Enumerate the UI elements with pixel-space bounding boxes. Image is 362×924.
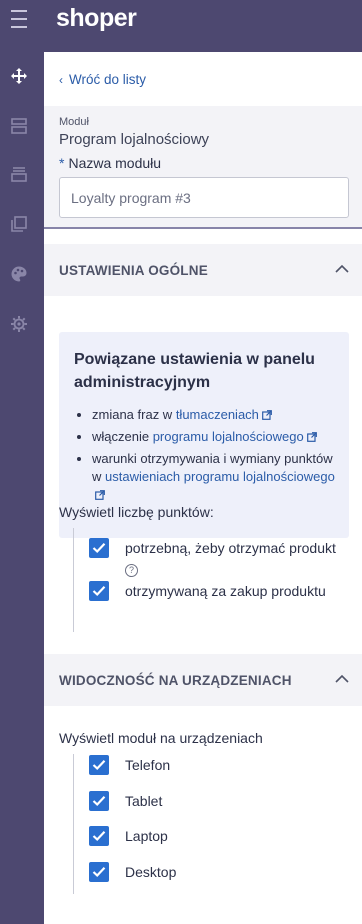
- points-label: Wyświetl liczbę punktów:: [59, 504, 214, 520]
- external-link-icon[interactable]: [306, 432, 317, 442]
- translations-link[interactable]: tłumaczeniach: [176, 407, 259, 422]
- external-link-icon[interactable]: [95, 490, 105, 500]
- required-mark: *: [59, 155, 65, 171]
- checkbox-points-earned[interactable]: otrzymywaną za zakup produktu: [89, 581, 349, 601]
- gear-icon[interactable]: [10, 315, 28, 333]
- device-visibility-header[interactable]: WIDOCZNOŚĆ NA URZĄDZENIACH: [44, 654, 362, 706]
- loyalty-program-link[interactable]: programu lojalnościowego: [153, 429, 304, 444]
- checkbox-label: Tablet: [125, 793, 163, 809]
- stack-icon[interactable]: [10, 165, 28, 183]
- module-name-field-label: * Nazwa modułu: [59, 155, 161, 171]
- checkbox[interactable]: [89, 862, 109, 882]
- general-settings-header[interactable]: USTAWIENIA OGÓLNE: [44, 244, 362, 296]
- field-label-text: Nazwa modułu: [68, 155, 162, 171]
- back-to-list-link[interactable]: ‹ Wróć do listy: [59, 72, 146, 87]
- checkbox-label: potrzebną, żeby otrzymać produkt: [125, 540, 336, 556]
- module-header: Moduł Program lojalnościowy * Nazwa moduł…: [44, 106, 362, 229]
- chevron-up-icon[interactable]: [335, 262, 349, 276]
- back-label: Wróć do listy: [69, 72, 147, 87]
- checkbox[interactable]: [89, 538, 109, 558]
- checkbox[interactable]: [89, 581, 109, 601]
- divider: [73, 528, 74, 632]
- devices-label: Wyświetl moduł na urządzeniach: [59, 730, 263, 746]
- module-name: Program lojalnościowy: [59, 131, 210, 148]
- info-list: zmiana fraz w tłumaczeniach włączenie pr…: [92, 406, 337, 508]
- checkbox-tablet[interactable]: Tablet: [89, 791, 162, 811]
- checkbox-points-needed[interactable]: potrzebną, żeby otrzymać produkt ?: [89, 538, 349, 578]
- checkbox-desktop[interactable]: Desktop: [89, 862, 176, 882]
- checkbox-label: Laptop: [125, 828, 168, 844]
- section-title: WIDOCZNOŚĆ NA URZĄDZENIACH: [59, 673, 292, 688]
- external-link-icon[interactable]: [262, 410, 272, 420]
- module-caption: Moduł: [59, 116, 89, 128]
- chevron-up-icon[interactable]: [335, 672, 349, 686]
- list-item: warunki otrzymywania i wymiany punktów w…: [92, 450, 337, 504]
- layout-icon[interactable]: [10, 117, 28, 135]
- palette-icon[interactable]: [10, 265, 28, 283]
- checkbox-label: Desktop: [125, 864, 177, 880]
- module-settings-panel: ‹ Wróć do listy Moduł Program lojalności…: [44, 52, 362, 924]
- checkbox[interactable]: [89, 755, 109, 775]
- checkbox-laptop[interactable]: Laptop: [89, 826, 168, 846]
- list-item: włączenie programu lojalnościowego: [92, 428, 337, 446]
- section-title: USTAWIENIA OGÓLNE: [59, 263, 208, 278]
- move-icon[interactable]: [10, 67, 28, 85]
- divider: [73, 754, 74, 894]
- list-item: zmiana fraz w tłumaczeniach: [92, 406, 337, 424]
- checkbox[interactable]: [89, 826, 109, 846]
- checkbox[interactable]: [89, 791, 109, 811]
- help-icon[interactable]: ?: [125, 564, 138, 577]
- app-logo: shoper: [56, 4, 137, 32]
- menu-icon[interactable]: [11, 10, 27, 28]
- loyalty-settings-link[interactable]: ustawieniach programu lojalnościowego: [105, 469, 335, 484]
- module-name-input[interactable]: [59, 177, 349, 218]
- checkbox-label: Telefon: [125, 757, 171, 773]
- info-title: Powiązane ustawienia w panelu administra…: [74, 351, 315, 391]
- top-bar: shoper: [0, 0, 362, 52]
- copy-icon[interactable]: [10, 215, 28, 233]
- checkbox-phone[interactable]: Telefon: [89, 755, 170, 775]
- checkbox-label: otrzymywaną za zakup produktu: [125, 583, 326, 599]
- chevron-left-icon: ‹: [59, 72, 63, 87]
